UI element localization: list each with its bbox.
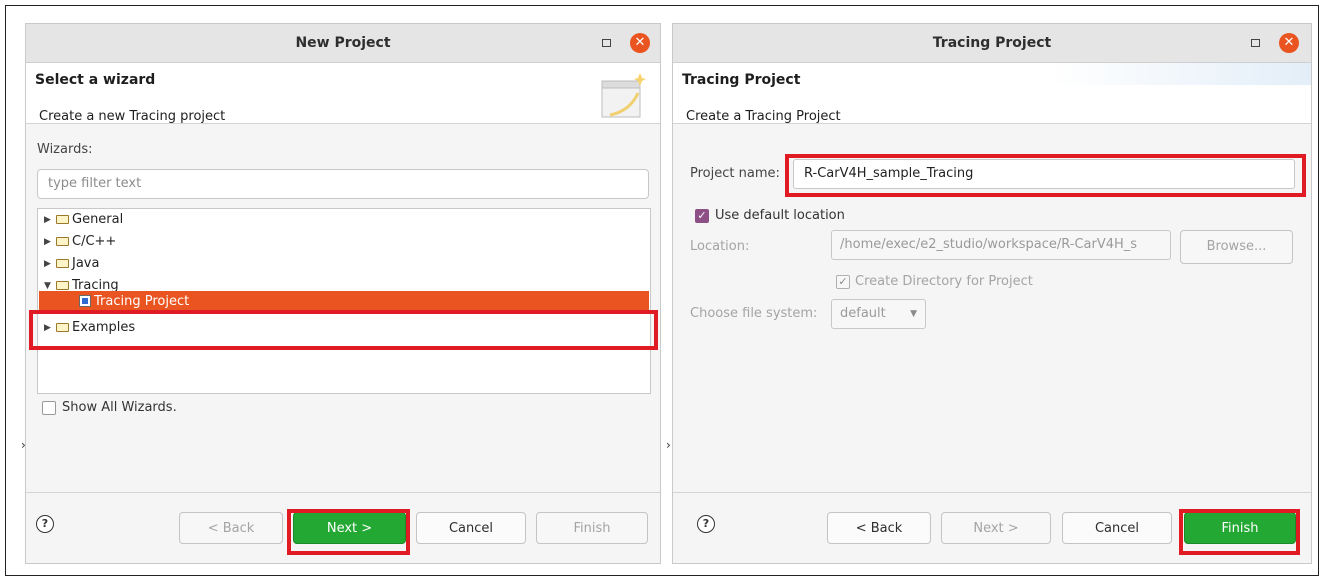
- finish-button[interactable]: Finish: [1184, 512, 1296, 544]
- header-description: Create a Tracing Project: [686, 109, 841, 124]
- window-title: Tracing Project: [932, 35, 1052, 51]
- header-gradient: [1051, 63, 1311, 85]
- header-title: Select a wizard: [35, 72, 156, 88]
- cancel-button[interactable]: Cancel: [416, 512, 526, 544]
- close-icon[interactable]: ✕: [630, 33, 650, 53]
- next-button[interactable]: Next >: [293, 512, 406, 544]
- tracing-project-dialog: Tracing Project ✕ Tracing Project Create…: [672, 23, 1312, 564]
- tree-item-label: General: [72, 212, 124, 227]
- chevron-down-icon: ▼: [910, 309, 917, 319]
- expand-triangle-icon[interactable]: ▶: [44, 231, 51, 253]
- project-name-label: Project name:: [690, 166, 780, 181]
- tree-item-label: Java: [72, 256, 100, 271]
- title-bar[interactable]: Tracing Project ✕: [673, 24, 1311, 63]
- tree-item-cpp[interactable]: ▶ C/C++: [38, 231, 650, 253]
- folder-open-icon: [56, 281, 69, 290]
- show-all-checkbox[interactable]: [42, 401, 56, 415]
- folder-icon: [56, 215, 69, 224]
- tree-item-examples[interactable]: ▶ Examples: [38, 317, 650, 339]
- browse-button[interactable]: Browse...: [1180, 230, 1293, 264]
- expand-triangle-icon[interactable]: ▶: [44, 209, 51, 231]
- expand-triangle-icon[interactable]: ▶: [44, 317, 51, 339]
- wizards-label: Wizards:: [37, 142, 93, 157]
- title-bar[interactable]: New Project ✕: [26, 24, 660, 63]
- header-title: Tracing Project: [682, 72, 801, 88]
- folder-icon: [56, 323, 69, 332]
- use-default-location-label: Use default location: [715, 208, 845, 223]
- tree-item-java[interactable]: ▶ Java: [38, 253, 650, 275]
- button-bar: ? < Back Next > Cancel Finish: [26, 492, 660, 563]
- back-button[interactable]: < Back: [827, 512, 931, 544]
- wizard-body: Wizards: type filter text ▶ General ▶ C/…: [26, 124, 660, 493]
- button-bar: ? < Back Next > Cancel Finish: [673, 492, 1311, 563]
- cancel-button[interactable]: Cancel: [1062, 512, 1172, 544]
- folder-icon: [56, 237, 69, 246]
- create-directory-label: Create Directory for Project: [855, 274, 1033, 289]
- file-system-value: default: [840, 306, 886, 321]
- use-default-location-checkbox[interactable]: ✓: [695, 209, 709, 223]
- back-button[interactable]: < Back: [179, 512, 283, 544]
- tree-item-label: Tracing Project: [94, 294, 190, 309]
- new-project-dialog: New Project ✕ Select a wizard Create a n…: [25, 23, 661, 564]
- wizard-body: Project name: R-CarV4H_sample_Tracing ✓ …: [673, 124, 1311, 493]
- help-icon[interactable]: ?: [36, 515, 54, 533]
- maximize-icon[interactable]: [602, 39, 611, 47]
- create-directory-checkbox[interactable]: ✓: [836, 275, 850, 289]
- filter-input[interactable]: type filter text: [37, 169, 649, 199]
- next-button[interactable]: Next >: [941, 512, 1051, 544]
- finish-button[interactable]: Finish: [536, 512, 648, 544]
- expand-triangle-icon[interactable]: ▶: [44, 253, 51, 275]
- file-system-select[interactable]: default ▼: [831, 299, 926, 329]
- project-name-input[interactable]: R-CarV4H_sample_Tracing: [793, 159, 1295, 189]
- close-icon[interactable]: ✕: [1279, 33, 1299, 53]
- middle-edge-marker: ›: [666, 438, 671, 452]
- tree-item-general[interactable]: ▶ General: [38, 209, 650, 231]
- tracing-project-icon: [79, 295, 91, 307]
- left-edge-marker: ›: [21, 438, 26, 452]
- location-label: Location:: [690, 239, 750, 254]
- header-description: Create a new Tracing project: [39, 109, 226, 124]
- tree-item-label: C/C++: [72, 234, 117, 249]
- wizard-header: Select a wizard Create a new Tracing pro…: [26, 63, 660, 124]
- folder-icon: [56, 259, 69, 268]
- tree-item-tracing-project[interactable]: Tracing Project: [39, 291, 649, 313]
- wizard-banner-icon: [601, 73, 646, 118]
- wizard-tree[interactable]: ▶ General ▶ C/C++ ▶ Java ▼ Tracing Traci…: [37, 208, 651, 394]
- window-title: New Project: [295, 35, 391, 51]
- show-all-label: Show All Wizards.: [62, 400, 177, 415]
- file-system-label: Choose file system:: [690, 306, 818, 321]
- maximize-icon[interactable]: [1251, 39, 1260, 47]
- wizard-header: Tracing Project Create a Tracing Project: [673, 63, 1311, 124]
- location-input[interactable]: /home/exec/e2_studio/workspace/R-CarV4H_…: [831, 230, 1171, 260]
- help-icon[interactable]: ?: [697, 515, 715, 533]
- tree-item-label: Examples: [72, 320, 136, 335]
